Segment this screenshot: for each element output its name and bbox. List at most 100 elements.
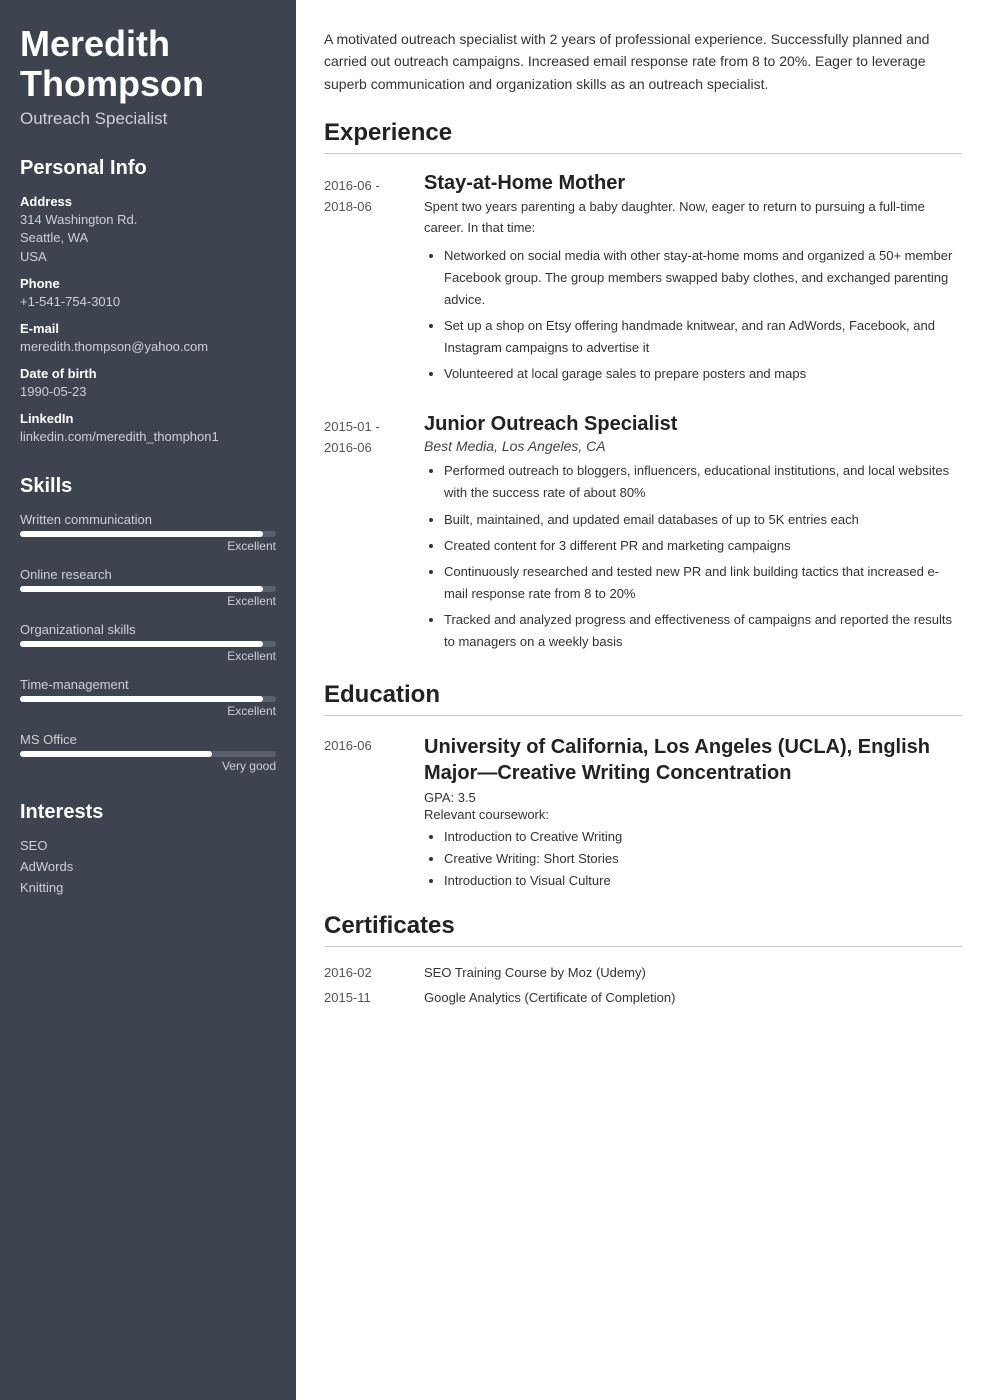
sidebar: Meredith Thompson Outreach Specialist Pe… [0, 0, 296, 1400]
skills-heading: Skills [20, 475, 276, 498]
summary-text: A motivated outreach specialist with 2 y… [324, 28, 962, 95]
skill-bar-bg [20, 641, 276, 647]
edu-coursework-label: Relevant coursework: [424, 807, 962, 822]
certificates-list: 2016-02SEO Training Course by Moz (Udemy… [324, 965, 962, 1005]
skill-level: Excellent [20, 539, 276, 553]
edu-coursework-list: Introduction to Creative WritingCreative… [424, 826, 962, 892]
skill-item: Time-management Excellent [20, 677, 276, 718]
certificates-heading: Certificates [324, 912, 962, 940]
exp-job-title: Stay-at-Home Mother [424, 172, 962, 195]
skill-bar-fill [20, 641, 263, 647]
skill-item: Online research Excellent [20, 567, 276, 608]
personal-info-fields: Address 314 Washington Rd.Seattle, WAUSA P… [20, 194, 276, 446]
personal-info-value: linkedin.com/meredith_thomphon1 [20, 428, 276, 446]
education-divider [324, 715, 962, 716]
skill-bar-fill [20, 751, 212, 757]
sidebar-name: Meredith Thompson [20, 24, 276, 103]
education-section: Education 2016-06University of Californi… [324, 681, 962, 892]
skill-name: Time-management [20, 677, 276, 692]
personal-info-label: E-mail [20, 321, 276, 336]
experience-list: 2016-06 -2018-06Stay-at-Home MotherSpent… [324, 172, 962, 657]
skills-section: Skills Written communicationExcellentOnl… [20, 475, 276, 773]
skill-bar-bg [20, 586, 276, 592]
certificate-item: 2016-02SEO Training Course by Moz (Udemy… [324, 965, 962, 980]
certificate-item: 2015-11Google Analytics (Certificate of … [324, 990, 962, 1005]
education-heading: Education [324, 681, 962, 709]
exp-bullet: Tracked and analyzed progress and effect… [444, 609, 962, 653]
skill-item: MS Office Very good [20, 732, 276, 773]
personal-info-heading: Personal Info [20, 157, 276, 180]
certificates-section: Certificates 2016-02SEO Training Course … [324, 912, 962, 1005]
exp-description: Spent two years parenting a baby daughte… [424, 197, 962, 239]
exp-bullet: Set up a shop on Etsy offering handmade … [444, 315, 962, 359]
skill-level: Excellent [20, 704, 276, 718]
edu-dates: 2016-06 [324, 734, 424, 892]
skill-item: Written communication Excellent [20, 512, 276, 553]
personal-info-label: Date of birth [20, 366, 276, 381]
experience-divider [324, 153, 962, 154]
skill-name: MS Office [20, 732, 276, 747]
exp-job-title: Junior Outreach Specialist [424, 413, 962, 436]
certificates-divider [324, 946, 962, 947]
personal-info-section: Personal Info Address 314 Washington Rd.S… [20, 157, 276, 446]
education-item: 2016-06University of California, Los Ang… [324, 734, 962, 892]
personal-info-label: Address [20, 194, 276, 209]
interests-list: SEO AdWords Knitting [20, 838, 276, 895]
exp-bullet: Networked on social media with other sta… [444, 245, 962, 311]
edu-title: University of California, Los Angeles (U… [424, 734, 962, 786]
interests-heading: Interests [20, 801, 276, 824]
edu-coursework-item: Introduction to Creative Writing [444, 826, 962, 848]
personal-info-label: LinkedIn [20, 411, 276, 426]
skill-bar-bg [20, 531, 276, 537]
experience-item: 2016-06 -2018-06Stay-at-Home MotherSpent… [324, 172, 962, 389]
cert-name: Google Analytics (Certificate of Complet… [424, 990, 675, 1005]
personal-info-value: USA [20, 248, 276, 266]
exp-dates: 2016-06 -2018-06 [324, 172, 424, 389]
skill-bar-bg [20, 751, 276, 757]
exp-content: Stay-at-Home MotherSpent two years paren… [424, 172, 962, 389]
skill-name: Organizational skills [20, 622, 276, 637]
cert-date: 2016-02 [324, 965, 424, 980]
skill-bar-fill [20, 586, 263, 592]
skill-level: Excellent [20, 649, 276, 663]
exp-content: Junior Outreach Specialist Best Media, Lo… [424, 413, 962, 657]
skill-name: Written communication [20, 512, 276, 527]
exp-bullet: Performed outreach to bloggers, influenc… [444, 460, 962, 504]
skill-bar-fill [20, 696, 263, 702]
personal-info-value: meredith.thompson@yahoo.com [20, 338, 276, 356]
skill-item: Organizational skills Excellent [20, 622, 276, 663]
skill-level: Excellent [20, 594, 276, 608]
sidebar-title: Outreach Specialist [20, 109, 276, 129]
personal-info-value: Seattle, WA [20, 229, 276, 247]
skill-bar-bg [20, 696, 276, 702]
edu-coursework-item: Introduction to Visual Culture [444, 870, 962, 892]
skill-name: Online research [20, 567, 276, 582]
cert-date: 2015-11 [324, 990, 424, 1005]
exp-dates: 2015-01 -2016-06 [324, 413, 424, 657]
skill-bar-fill [20, 531, 263, 537]
interest-item: SEO [20, 838, 276, 853]
personal-info-value: 314 Washington Rd. [20, 211, 276, 229]
experience-item: 2015-01 -2016-06Junior Outreach Speciali… [324, 413, 962, 657]
skill-level: Very good [20, 759, 276, 773]
main-content: A motivated outreach specialist with 2 y… [296, 0, 990, 1400]
edu-gpa: GPA: 3.5 [424, 790, 962, 805]
exp-bullet: Continuously researched and tested new P… [444, 561, 962, 605]
exp-bullets: Networked on social media with other sta… [424, 245, 962, 386]
exp-bullet: Volunteered at local garage sales to pre… [444, 363, 962, 385]
exp-bullet: Created content for 3 different PR and m… [444, 535, 962, 557]
interests-section: Interests SEO AdWords Knitting [20, 801, 276, 895]
personal-info-value: 1990-05-23 [20, 383, 276, 401]
cert-name: SEO Training Course by Moz (Udemy) [424, 965, 646, 980]
interest-item: AdWords [20, 859, 276, 874]
exp-bullet: Built, maintained, and updated email dat… [444, 509, 962, 531]
interest-item: Knitting [20, 880, 276, 895]
skills-list: Written communicationExcellentOnline res… [20, 512, 276, 773]
exp-bullets: Performed outreach to bloggers, influenc… [424, 460, 962, 653]
personal-info-value: +1-541-754-3010 [20, 293, 276, 311]
experience-heading: Experience [324, 119, 962, 147]
edu-content: University of California, Los Angeles (U… [424, 734, 962, 892]
exp-company: Best Media, Los Angeles, CA [424, 438, 962, 454]
personal-info-label: Phone [20, 276, 276, 291]
education-list: 2016-06University of California, Los Ang… [324, 734, 962, 892]
